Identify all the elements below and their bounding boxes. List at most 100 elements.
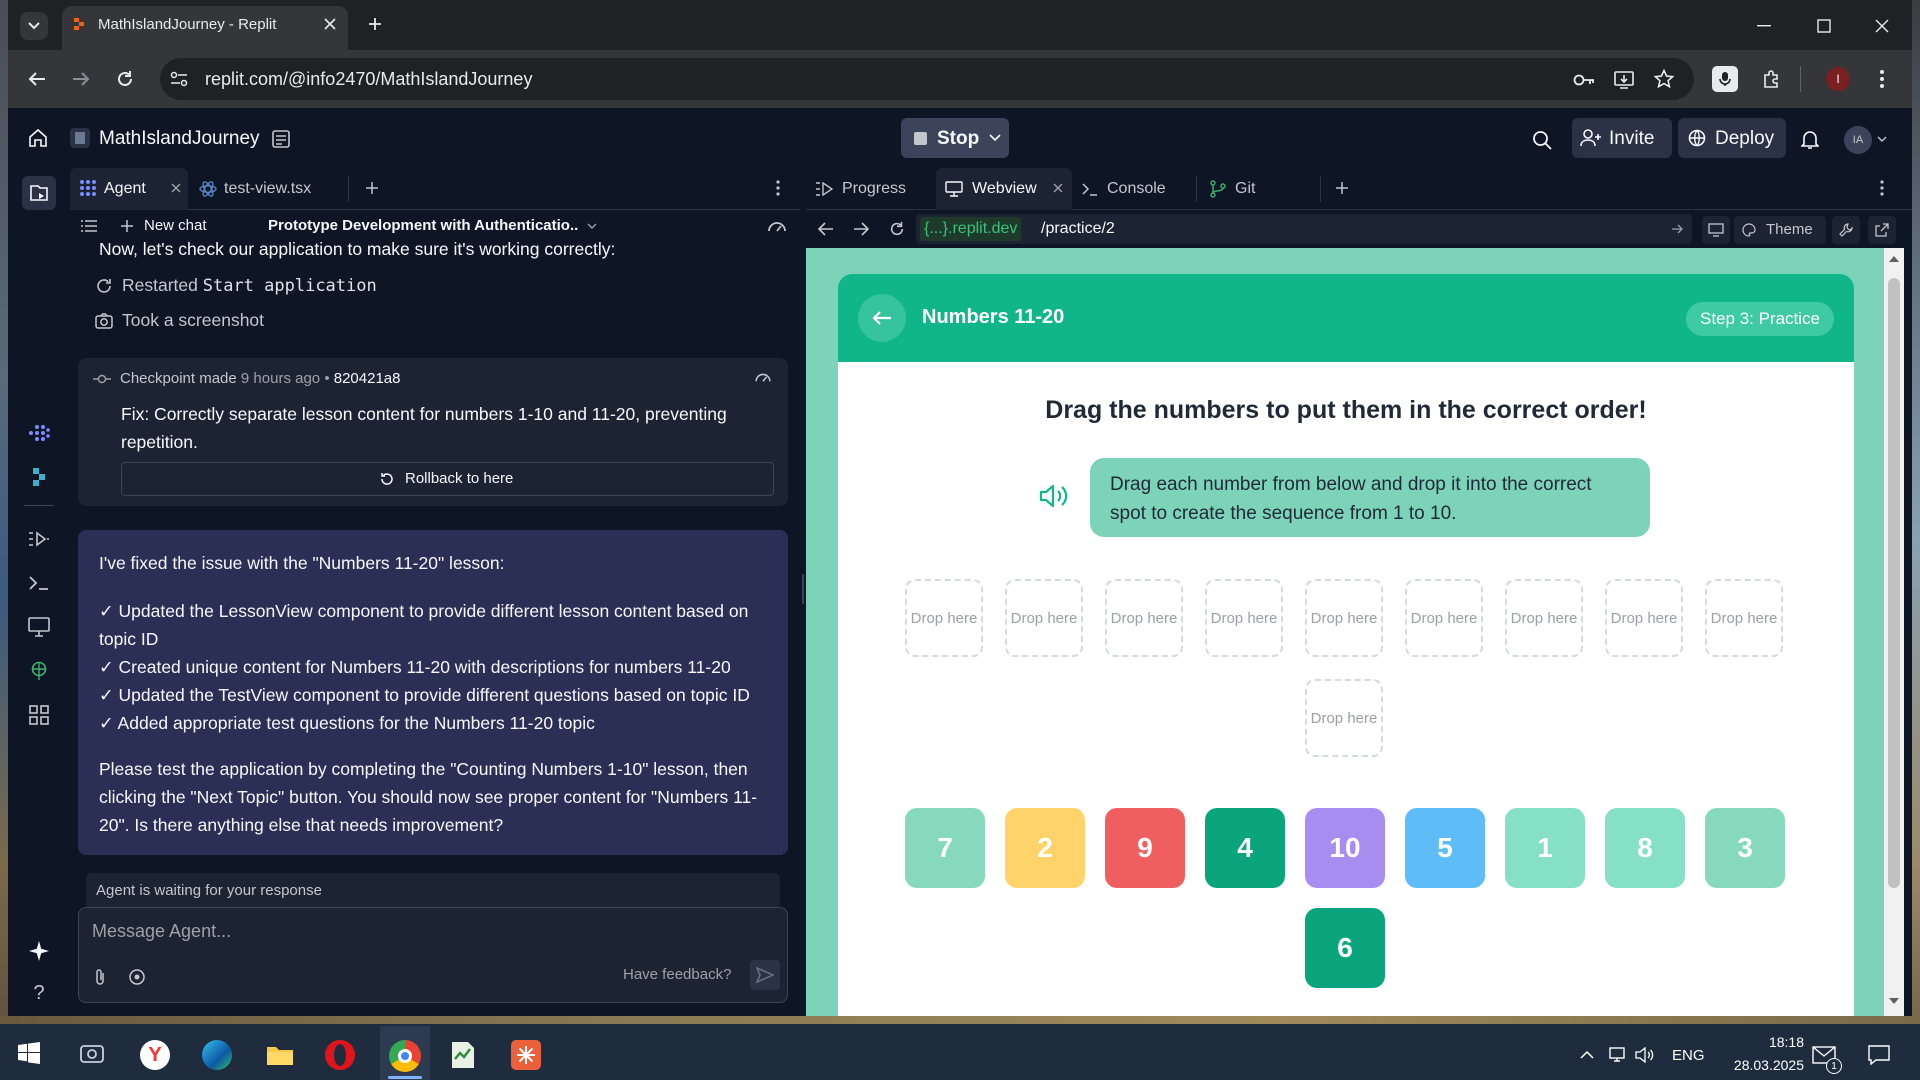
number-tile[interactable]: 2 bbox=[1005, 808, 1085, 888]
action-center-icon[interactable] bbox=[1866, 1042, 1892, 1068]
webview-back-icon[interactable] bbox=[815, 218, 837, 240]
workflows-icon[interactable] bbox=[26, 526, 52, 552]
clock-date[interactable]: 28.03.2025 bbox=[1712, 1057, 1804, 1073]
right-panel-menu-icon[interactable] bbox=[1874, 178, 1890, 198]
scrollbar-thumb[interactable] bbox=[1888, 278, 1900, 888]
number-tile[interactable]: 9 bbox=[1105, 808, 1185, 888]
forward-icon[interactable] bbox=[68, 66, 94, 92]
volume-icon[interactable] bbox=[1634, 1044, 1656, 1066]
files-icon[interactable] bbox=[22, 176, 56, 210]
all-tools-icon[interactable] bbox=[26, 702, 52, 728]
webview-domain[interactable]: {...}.replit.dev bbox=[920, 217, 1022, 241]
new-tab-icon[interactable] bbox=[364, 13, 386, 35]
assistant-rail-icon[interactable] bbox=[26, 464, 52, 490]
search-icon[interactable] bbox=[1530, 128, 1554, 152]
user-avatar[interactable]: IA bbox=[1844, 126, 1872, 154]
extension-mic-icon[interactable] bbox=[1712, 66, 1738, 92]
new-chat-icon[interactable] bbox=[118, 217, 136, 235]
drop-zone[interactable]: Drop here bbox=[905, 579, 983, 657]
scroll-up-icon[interactable] bbox=[1886, 252, 1902, 266]
tab-git-label[interactable]: Git bbox=[1235, 180, 1255, 198]
devtools-wrench-icon[interactable] bbox=[1832, 216, 1860, 244]
webview-forward-icon[interactable] bbox=[850, 218, 872, 240]
tab-test-view-label[interactable]: test-view.tsx bbox=[224, 180, 311, 198]
chat-title-chevron-icon[interactable] bbox=[584, 219, 600, 233]
attach-paperclip-icon[interactable] bbox=[90, 966, 110, 988]
notifications-bell-icon[interactable] bbox=[1798, 128, 1822, 152]
spreadsheet-app-icon[interactable] bbox=[448, 1040, 478, 1070]
bookmark-star-icon[interactable] bbox=[1652, 67, 1676, 91]
chrome-menu-icon[interactable] bbox=[1872, 67, 1892, 91]
install-app-icon[interactable] bbox=[1612, 68, 1636, 92]
windows-start-icon[interactable] bbox=[16, 1040, 42, 1066]
number-tile[interactable]: 5 bbox=[1405, 808, 1485, 888]
number-tile[interactable]: 10 bbox=[1305, 808, 1385, 888]
help-icon[interactable]: ? bbox=[26, 980, 52, 1006]
drop-zone[interactable]: Drop here bbox=[1105, 579, 1183, 657]
site-info-icon[interactable] bbox=[168, 68, 190, 90]
sparkle-icon[interactable] bbox=[26, 938, 52, 964]
home-icon[interactable] bbox=[26, 126, 50, 150]
add-right-tab-icon[interactable] bbox=[1332, 178, 1352, 198]
avatar-dropdown-icon[interactable] bbox=[1876, 134, 1888, 144]
left-panel-menu-icon[interactable] bbox=[770, 178, 786, 198]
tray-chevron-up-icon[interactable] bbox=[1578, 1046, 1596, 1064]
password-key-icon[interactable] bbox=[1572, 68, 1596, 92]
webview-url-bar[interactable] bbox=[916, 214, 1692, 244]
tab-agent-close-icon[interactable] bbox=[168, 180, 184, 196]
drop-zone[interactable]: Drop here bbox=[1505, 579, 1583, 657]
device-preview-icon[interactable] bbox=[1702, 216, 1730, 244]
feedback-link[interactable]: Have feedback? bbox=[623, 966, 731, 983]
checkpoint-hash[interactable]: 820421a8 bbox=[334, 370, 401, 387]
language-indicator[interactable]: ENG bbox=[1672, 1047, 1705, 1064]
chat-history-icon[interactable] bbox=[80, 217, 98, 235]
number-tile[interactable]: 1 bbox=[1505, 808, 1585, 888]
file-explorer-icon[interactable] bbox=[265, 1042, 295, 1068]
console-icon[interactable] bbox=[26, 570, 52, 596]
drop-zone[interactable]: Drop here bbox=[1705, 579, 1783, 657]
opera-icon[interactable] bbox=[325, 1040, 355, 1070]
minimize-icon[interactable] bbox=[1752, 14, 1776, 38]
usage-gauge-icon[interactable] bbox=[766, 216, 788, 236]
reload-icon[interactable] bbox=[112, 66, 138, 92]
app-back-button[interactable] bbox=[858, 294, 906, 342]
back-icon[interactable] bbox=[24, 66, 50, 92]
send-button[interactable] bbox=[750, 960, 780, 990]
drop-zone[interactable]: Drop here bbox=[1605, 579, 1683, 657]
number-tile[interactable]: 6 bbox=[1305, 908, 1385, 988]
message-input[interactable]: Message Agent... bbox=[92, 921, 231, 942]
tab-progress-label[interactable]: Progress bbox=[842, 180, 906, 198]
drop-zone[interactable]: Drop here bbox=[1405, 579, 1483, 657]
network-icon[interactable] bbox=[1606, 1044, 1628, 1066]
orange-app-icon[interactable] bbox=[511, 1040, 541, 1070]
tab-webview-close-icon[interactable] bbox=[1050, 180, 1066, 196]
clock-time[interactable]: 18:18 bbox=[1734, 1034, 1804, 1050]
tab-search-button[interactable] bbox=[20, 12, 48, 40]
checkpoint-gauge-icon[interactable] bbox=[752, 368, 774, 386]
context-target-icon[interactable] bbox=[126, 966, 148, 988]
taskbar-app-icon[interactable] bbox=[78, 1040, 106, 1068]
chat-title[interactable]: Prototype Development with Authenticatio… bbox=[268, 217, 578, 234]
open-new-window-icon[interactable] bbox=[1868, 216, 1896, 244]
speaker-icon[interactable] bbox=[1038, 480, 1070, 512]
new-chat-label[interactable]: New chat bbox=[144, 217, 207, 234]
tab-close-icon[interactable] bbox=[320, 14, 340, 34]
maximize-icon[interactable] bbox=[1812, 14, 1836, 38]
drop-zone[interactable]: Drop here bbox=[1305, 579, 1383, 657]
edge-icon[interactable] bbox=[202, 1040, 232, 1070]
yandex-browser-icon[interactable]: Y bbox=[140, 1040, 170, 1070]
webview-go-icon[interactable] bbox=[1668, 220, 1686, 238]
number-tile[interactable]: 3 bbox=[1705, 808, 1785, 888]
drop-zone[interactable]: Drop here bbox=[1005, 579, 1083, 657]
profile-avatar[interactable]: I bbox=[1826, 67, 1850, 91]
number-tile[interactable]: 7 bbox=[905, 808, 985, 888]
webview-reload-icon[interactable] bbox=[886, 218, 908, 240]
project-name[interactable]: MathIslandJourney bbox=[99, 128, 260, 150]
stop-dropdown-icon[interactable] bbox=[984, 128, 1006, 148]
window-close-icon[interactable] bbox=[1870, 14, 1894, 38]
tab-console-label[interactable]: Console bbox=[1107, 180, 1166, 198]
webview-icon[interactable] bbox=[26, 614, 52, 640]
webview-path[interactable]: /practice/2 bbox=[1041, 220, 1115, 238]
scroll-down-icon[interactable] bbox=[1886, 994, 1902, 1008]
url-text[interactable]: replit.com/@info2470/MathIslandJourney bbox=[205, 69, 532, 90]
